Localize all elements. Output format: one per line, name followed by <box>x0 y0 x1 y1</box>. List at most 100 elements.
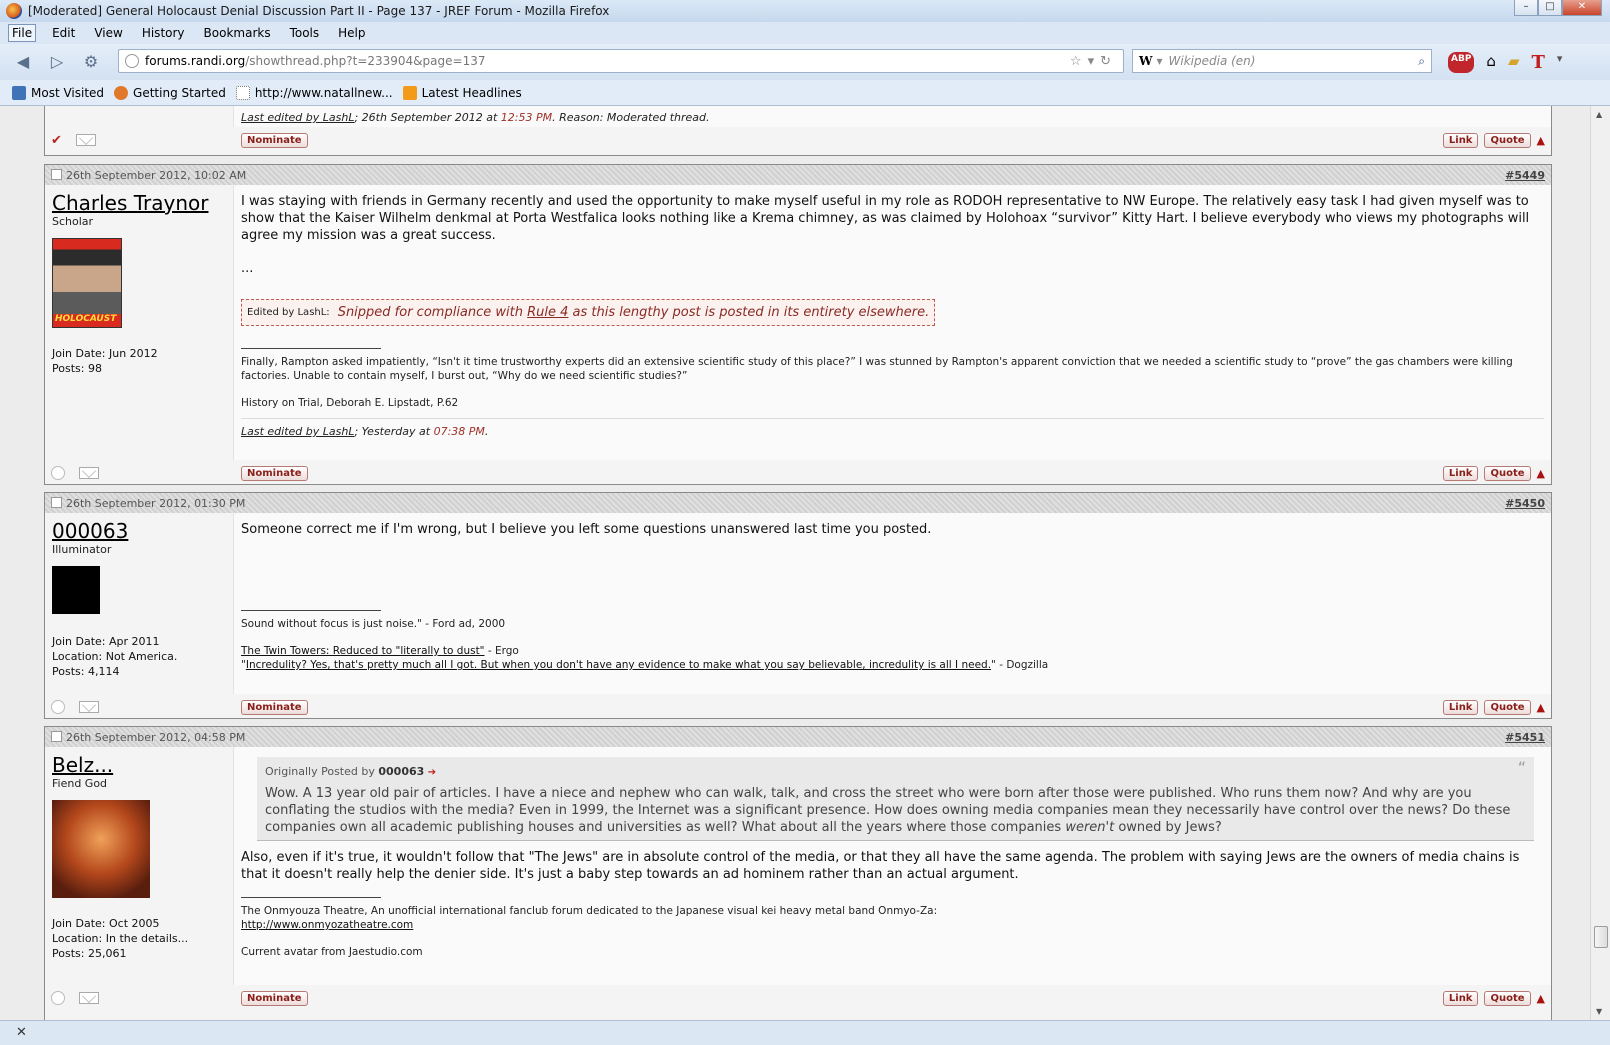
post-header: 26th September 2012, 01:30 PM #5450 <box>45 493 1551 513</box>
bookmark-most-visited[interactable]: Most Visited <box>12 85 104 100</box>
link-button[interactable]: Link <box>1442 465 1479 481</box>
avatar[interactable]: HOLOCAUST <box>52 238 122 328</box>
home-icon[interactable]: ⌂ <box>1486 52 1496 73</box>
minimize-button[interactable]: – <box>1514 0 1538 16</box>
toolbar-overflow-icon[interactable]: ▾ <box>1557 52 1563 73</box>
back-arrow-icon: ◀ <box>16 52 30 71</box>
reload-icon[interactable]: ↻ <box>1100 54 1117 69</box>
bookmark-latest-headlines[interactable]: Latest Headlines <box>402 85 522 100</box>
nominate-button[interactable]: Nominate <box>241 699 308 715</box>
url-bar[interactable]: forums.randi.org/showthread.php?t=233904… <box>118 49 1124 73</box>
search-input[interactable]: Wikipedia (en) <box>1169 54 1256 68</box>
incredulity-link[interactable]: Incredulity? Yes, that's pretty much all… <box>246 659 991 671</box>
history-dropdown-button[interactable]: ⚙ <box>78 49 104 75</box>
search-bar[interactable]: W ▾ Wikipedia (en) ⌕ <box>1132 49 1432 73</box>
nominate-button[interactable]: Nominate <box>241 132 308 148</box>
post-count: Posts: 4,114 <box>52 665 120 678</box>
quote-button[interactable]: Quote <box>1484 465 1531 481</box>
user-info: Charles Traynor Scholar HOLOCAUST Join D… <box>45 185 233 460</box>
scroll-down-arrow-icon[interactable]: ▼ <box>1596 1007 1602 1016</box>
last-edited-by-link[interactable]: Last edited by LashL <box>241 425 354 438</box>
menu-file[interactable]: File <box>8 24 37 42</box>
username-link[interactable]: Charles Traynor <box>52 191 226 215</box>
post-5451: 26th September 2012, 04:58 PM #5451 Belz… <box>44 726 1552 1020</box>
signature-line-3: Current avatar from Jaestudio.com <box>241 946 423 958</box>
post-header: 26th September 2012, 04:58 PM #5451 <box>45 727 1551 747</box>
close-icon[interactable]: ✕ <box>16 1025 27 1040</box>
quote-button[interactable]: Quote <box>1484 132 1531 148</box>
signature-line-3: "Incredulity? Yes, that's pretty much al… <box>241 659 1049 671</box>
up-arrow-icon[interactable]: ▲ <box>1537 467 1545 480</box>
bookmark-getting-started[interactable]: Getting Started <box>114 85 226 100</box>
up-arrow-icon[interactable]: ▲ <box>1537 992 1545 1005</box>
post-date: 26th September 2012, 10:02 AM <box>51 169 246 182</box>
post-number-link[interactable]: #5449 <box>1505 169 1545 182</box>
t-extension-icon[interactable]: T <box>1532 52 1545 73</box>
bookmark-star-icon[interactable]: ☆ <box>1070 54 1088 69</box>
forward-button[interactable]: ▷ <box>44 49 70 75</box>
envelope-icon[interactable] <box>79 992 99 1004</box>
checkmark-icon[interactable]: ✔ <box>51 133 62 148</box>
username-link[interactable]: 000063 <box>52 519 226 543</box>
nominate-button[interactable]: Nominate <box>241 990 308 1006</box>
link-button[interactable]: Link <box>1442 132 1479 148</box>
menu-edit[interactable]: Edit <box>49 25 78 41</box>
view-post-icon[interactable]: ➔ <box>428 767 436 778</box>
user-info: 000063 Illuminator Join Date: Apr 2011 L… <box>45 513 233 694</box>
signature-line-2: The Twin Towers: Reduced to "literally t… <box>241 645 519 657</box>
scroll-up-arrow-icon[interactable]: ▲ <box>1596 110 1602 119</box>
envelope-icon[interactable] <box>79 701 99 713</box>
menu-history[interactable]: History <box>139 25 188 41</box>
location: Location: In the details... <box>52 932 189 945</box>
offline-status-icon <box>51 466 65 480</box>
search-engine-dropdown-icon[interactable]: ▾ <box>1156 54 1162 68</box>
envelope-icon[interactable] <box>75 134 96 146</box>
scrollbar-thumb[interactable] <box>1594 926 1608 948</box>
user-info: Belz... Fiend God Join Date: Oct 2005 Lo… <box>45 747 233 985</box>
envelope-icon[interactable] <box>79 467 99 479</box>
quote-block: “ Originally Posted by 000063 ➔ Wow. A 1… <box>257 757 1534 841</box>
link-button[interactable]: Link <box>1442 990 1479 1006</box>
quote-text: Wow. A 13 year old pair of articles. I h… <box>265 786 1511 835</box>
post-number-link[interactable]: #5451 <box>1505 731 1545 744</box>
vertical-scrollbar[interactable]: ▲ ▼ <box>1590 106 1610 1020</box>
username-link[interactable]: Belz... <box>52 753 226 777</box>
join-date: Join Date: Oct 2005 <box>52 917 160 930</box>
adblock-plus-icon[interactable]: ABP <box>1448 52 1475 73</box>
close-window-button[interactable]: ✕ <box>1562 0 1602 16</box>
quote-button[interactable]: Quote <box>1484 990 1531 1006</box>
link-button[interactable]: Link <box>1442 699 1479 715</box>
last-edited-by-link[interactable]: Last edited by LashL <box>241 111 354 124</box>
menu-view[interactable]: View <box>91 25 125 41</box>
twin-towers-link[interactable]: The Twin Towers: Reduced to "literally t… <box>241 645 485 657</box>
post-number-link[interactable]: #5450 <box>1505 497 1545 510</box>
signature-divider <box>241 348 381 349</box>
maximize-button[interactable]: □ <box>1538 0 1562 16</box>
back-button[interactable]: ◀ <box>10 49 36 75</box>
offline-status-icon <box>51 700 65 714</box>
quote-button[interactable]: Quote <box>1484 699 1531 715</box>
up-arrow-icon[interactable]: ▲ <box>1537 701 1545 714</box>
menu-bookmarks[interactable]: Bookmarks <box>201 25 274 41</box>
menu-tools[interactable]: Tools <box>287 25 323 41</box>
folder-icon[interactable]: ▰ <box>1508 52 1520 73</box>
signature-line-1: Sound without focus is just noise." - Fo… <box>241 618 506 630</box>
signature-divider <box>241 610 381 611</box>
nominate-button[interactable]: Nominate <box>241 465 308 481</box>
quote-author: 000063 <box>378 765 425 778</box>
avatar[interactable] <box>52 566 100 614</box>
up-arrow-icon[interactable]: ▲ <box>1537 134 1545 147</box>
last-edited-line: Last edited by LashL; 26th September 201… <box>241 111 710 124</box>
wikipedia-icon[interactable]: W <box>1139 54 1152 68</box>
url-dropdown-icon[interactable]: ▾ <box>1088 54 1101 69</box>
most-visited-icon <box>12 85 26 100</box>
post-text: Also, even if it's true, it wouldn't fol… <box>241 850 1520 882</box>
post-date: 26th September 2012, 04:58 PM <box>51 731 245 744</box>
menu-help[interactable]: Help <box>335 25 368 41</box>
site-identity-icon[interactable] <box>125 54 139 68</box>
avatar[interactable] <box>52 800 150 898</box>
rule-4-link[interactable]: Rule 4 <box>527 305 568 320</box>
onmyoza-theatre-link[interactable]: http://www.onmyozatheatre.com <box>241 919 413 931</box>
search-icon[interactable]: ⌕ <box>1418 54 1425 69</box>
bookmark-natallnew[interactable]: http://www.natallnew... <box>235 85 393 100</box>
